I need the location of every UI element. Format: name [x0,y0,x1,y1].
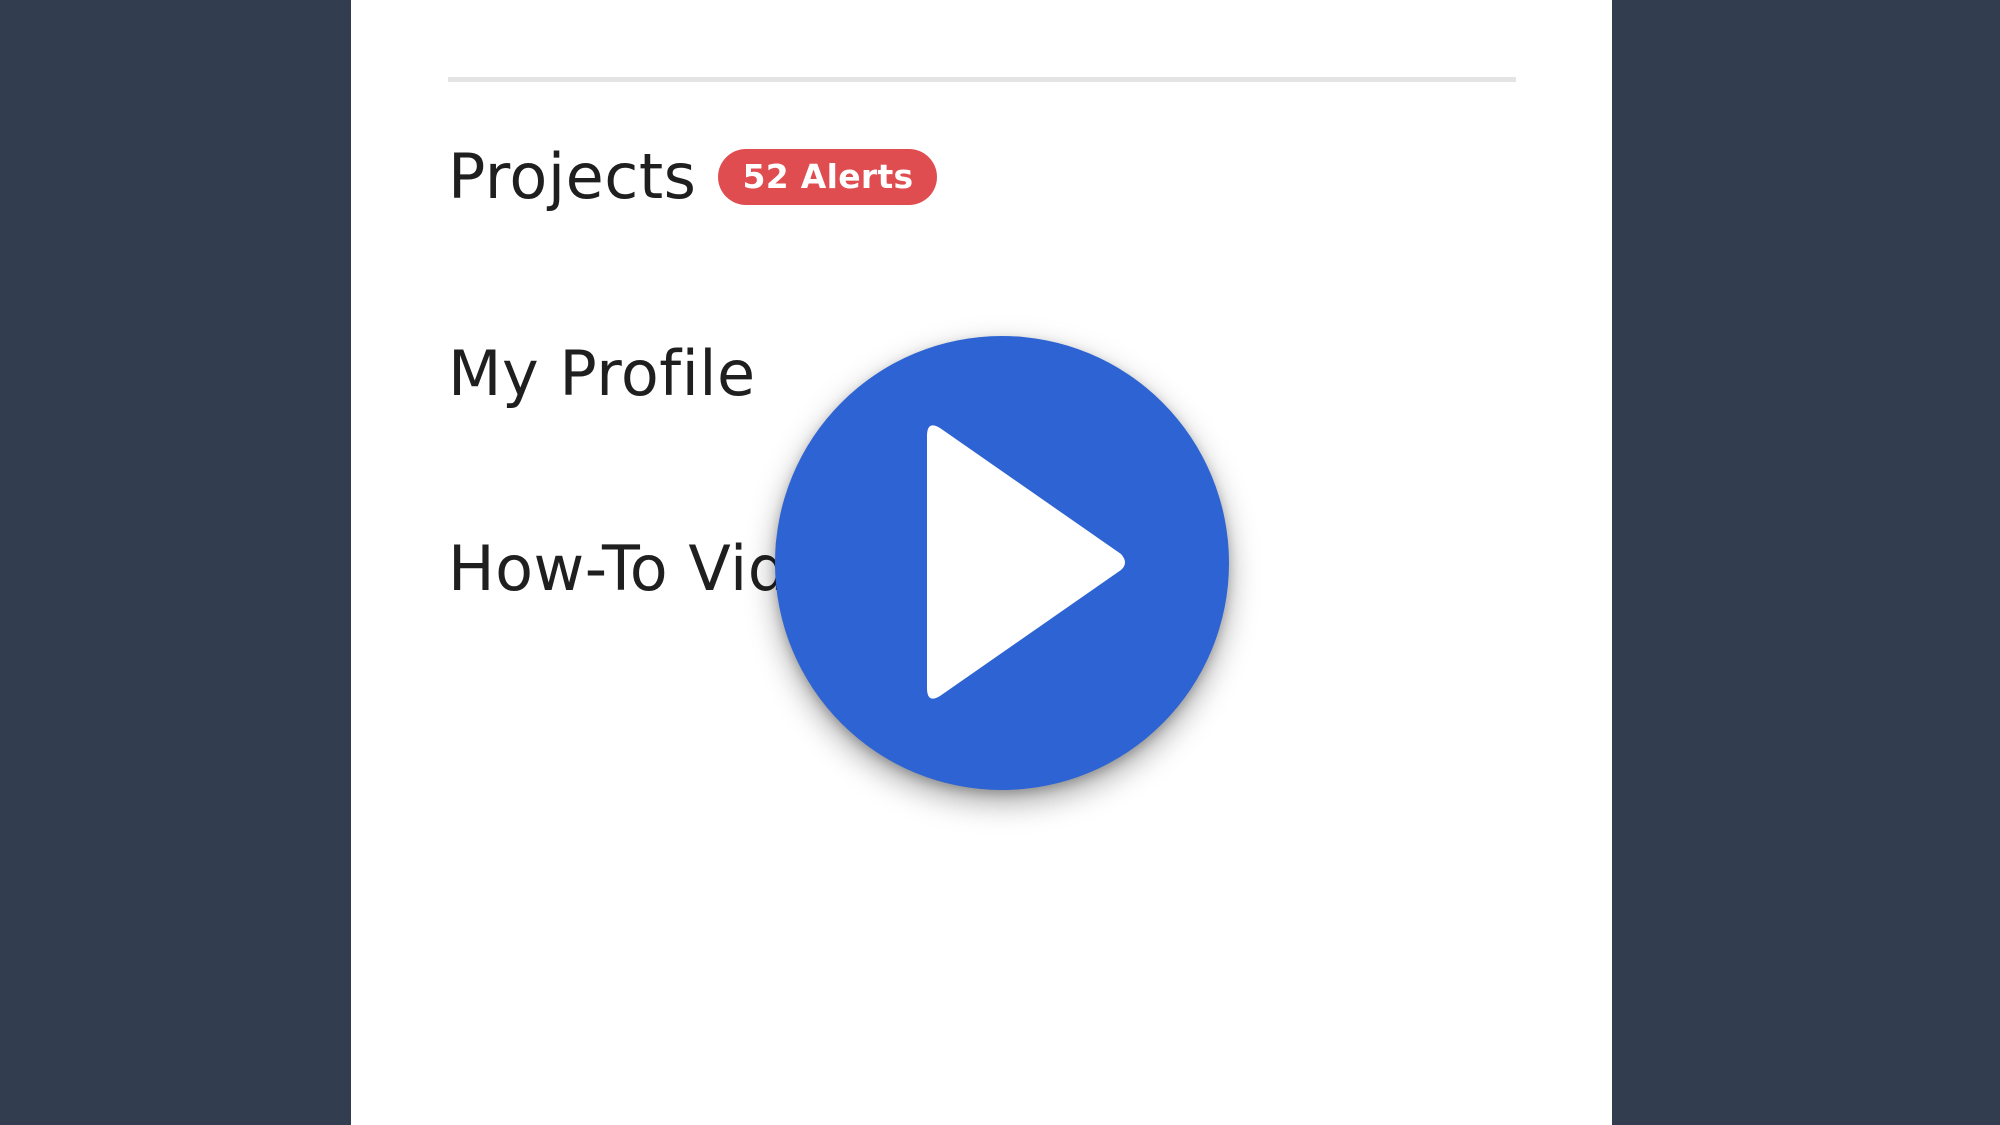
play-icon [927,425,1125,699]
nav-item-my-profile-label: My Profile [448,337,756,410]
right-background [1612,0,2000,1125]
left-background [0,0,351,1125]
video-play-button[interactable] [775,336,1229,790]
nav-item-my-profile[interactable]: My Profile [448,343,756,405]
alerts-badge: 52 Alerts [718,149,938,205]
nav-item-projects-label: Projects [448,140,697,213]
nav-item-projects[interactable]: Projects 52 Alerts [448,140,938,213]
divider [448,77,1516,82]
